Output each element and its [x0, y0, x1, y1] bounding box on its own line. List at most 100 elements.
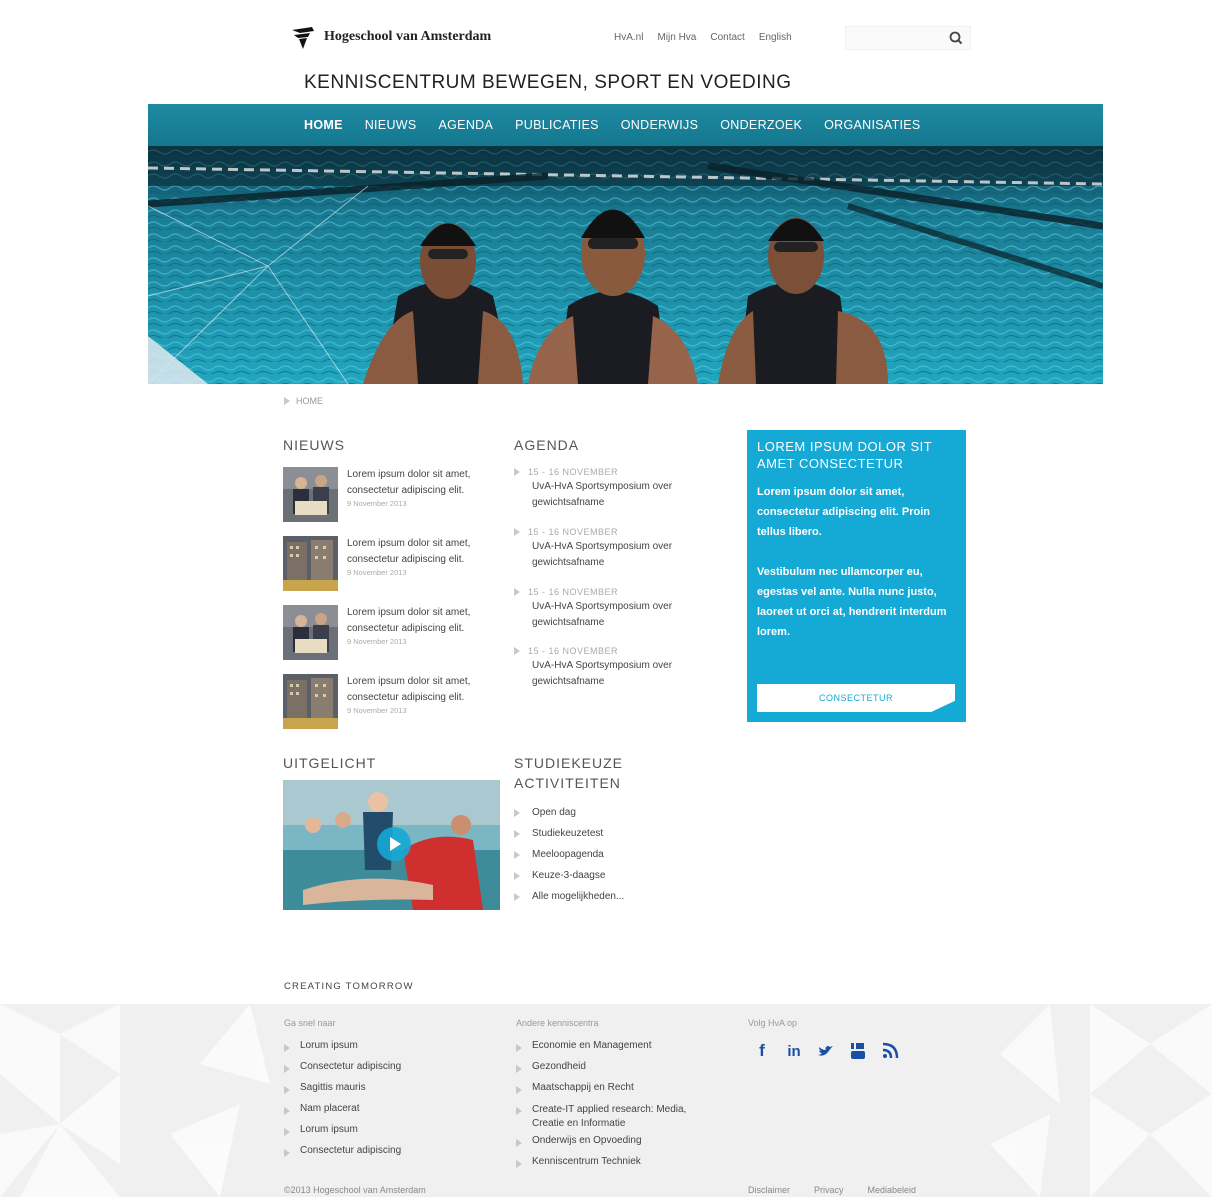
- agenda-date: 15 - 16 NOVEMBER: [528, 646, 619, 656]
- arrow-icon: [284, 1044, 290, 1052]
- footer-link[interactable]: Onderwijs en Opvoeding: [516, 1135, 716, 1156]
- news-item[interactable]: Lorem ipsum dolor sit amet, consectetur …: [283, 605, 483, 663]
- social-links: f in: [752, 1040, 900, 1062]
- arrow-icon: [284, 1128, 290, 1136]
- arrow-icon: [284, 1149, 290, 1157]
- news-title: NIEUWS: [283, 437, 345, 453]
- search-input[interactable]: [846, 27, 950, 48]
- footer-link[interactable]: Consectetur adipiscing: [284, 1061, 484, 1082]
- list-item[interactable]: Keuze-3-daagse: [514, 865, 624, 886]
- footer-link[interactable]: Lorum ipsum: [284, 1040, 484, 1061]
- news-thumbnail: [283, 467, 338, 522]
- hva-logo-icon: [292, 27, 314, 49]
- promo-button[interactable]: CONSECTETUR: [757, 684, 955, 712]
- arrow-icon: [516, 1065, 522, 1073]
- nav-nieuws[interactable]: NIEUWS: [365, 118, 417, 132]
- list-item[interactable]: Meeloopagenda: [514, 844, 624, 865]
- linkedin-icon[interactable]: in: [784, 1040, 804, 1062]
- studiekeuze-title: STUDIEKEUZE ACTIVITEITEN: [514, 753, 623, 793]
- facebook-icon[interactable]: f: [752, 1040, 772, 1062]
- news-item[interactable]: Lorem ipsum dolor sit amet, consectetur …: [283, 674, 483, 732]
- agenda-item[interactable]: 15 - 16 NOVEMBER UvA-HvA Sportsymposium …: [514, 467, 714, 511]
- arrow-icon: [514, 892, 520, 901]
- footer-link-label: Lorum ipsum: [300, 1124, 358, 1135]
- top-link-mijn-hva[interactable]: Mijn Hva: [657, 32, 696, 43]
- list-item-label: Meeloopagenda: [532, 849, 604, 860]
- hva-logo[interactable]: Hogeschool van Amsterdam: [290, 24, 491, 50]
- footer: Ga snel naar Lorum ipsum Consectetur adi…: [0, 1004, 1212, 1197]
- nav-onderwijs[interactable]: ONDERWIJS: [621, 118, 698, 132]
- list-item[interactable]: Studiekeuzetest: [514, 823, 624, 844]
- search-box: [845, 26, 971, 50]
- footer-link[interactable]: Lorum ipsum: [284, 1124, 484, 1145]
- youtube-icon[interactable]: [848, 1040, 868, 1062]
- twitter-icon[interactable]: [816, 1040, 836, 1062]
- footer-col2-list: Economie en Management Gezondheid Maatsc…: [516, 1040, 716, 1177]
- footer-link-label: Maatschappij en Recht: [532, 1082, 634, 1093]
- news-date: 9 November 2013: [347, 706, 407, 715]
- agenda-item[interactable]: 15 - 16 NOVEMBER UvA-HvA Sportsymposium …: [514, 587, 714, 631]
- studiekeuze-title-line-2: ACTIVITEITEN: [514, 775, 621, 791]
- footer-link[interactable]: Consectetur adipiscing: [284, 1145, 484, 1166]
- studiekeuze-title-line-1: STUDIEKEUZE: [514, 755, 624, 771]
- footer-link[interactable]: Kenniscentrum Techniek: [516, 1156, 716, 1177]
- agenda-item[interactable]: 15 - 16 NOVEMBER UvA-HvA Sportsymposium …: [514, 527, 714, 571]
- breadcrumb-home[interactable]: HOME: [296, 396, 323, 406]
- footer-link-disclaimer[interactable]: Disclaimer: [748, 1185, 790, 1195]
- arrow-icon: [516, 1086, 522, 1094]
- play-icon[interactable]: [377, 827, 411, 861]
- arrow-icon: [514, 588, 520, 596]
- list-item-label: Keuze-3-daagse: [532, 870, 606, 881]
- footer-col1-list: Lorum ipsum Consectetur adipiscing Sagit…: [284, 1040, 484, 1166]
- nav-home[interactable]: HOME: [304, 118, 343, 132]
- agenda-item[interactable]: 15 - 16 NOVEMBER UvA-HvA Sportsymposium …: [514, 646, 714, 690]
- promo-paragraph-1: Lorem ipsum dolor sit amet, consectetur …: [757, 486, 930, 538]
- list-item[interactable]: Alle mogelijkheden...: [514, 886, 624, 907]
- footer-link[interactable]: Maatschappij en Recht: [516, 1082, 716, 1103]
- footer-link-label: Kenniscentrum Techniek: [532, 1156, 641, 1167]
- list-item-label: Studiekeuzetest: [532, 828, 604, 839]
- news-item[interactable]: Lorem ipsum dolor sit amet, consectetur …: [283, 467, 483, 525]
- top-link-english[interactable]: English: [759, 32, 792, 43]
- list-item-label: Alle mogelijkheden...: [532, 891, 625, 902]
- news-text: Lorem ipsum dolor sit amet, consectetur …: [347, 469, 471, 496]
- footer-link[interactable]: Gezondheid: [516, 1061, 716, 1082]
- agenda-date: 15 - 16 NOVEMBER: [528, 527, 619, 537]
- footer-link-label: Lorum ipsum: [300, 1040, 358, 1051]
- footer-link-label: Onderwijs en Opvoeding: [532, 1135, 642, 1146]
- news-thumbnail: [283, 605, 338, 660]
- top-links: HvA.nl Mijn Hva Contact English: [614, 32, 792, 43]
- list-item[interactable]: Open dag: [514, 802, 624, 823]
- search-icon[interactable]: [948, 30, 964, 46]
- nav-onderzoek[interactable]: ONDERZOEK: [720, 118, 802, 132]
- footer-link[interactable]: Nam placerat: [284, 1103, 484, 1124]
- promo-paragraph-2: Vestibulum nec ullamcorper eu, egestas v…: [757, 566, 947, 638]
- nav-publicaties[interactable]: PUBLICATIES: [515, 118, 599, 132]
- agenda-text: UvA-HvA Sportsymposium over gewichtsafna…: [532, 481, 673, 508]
- arrow-icon: [516, 1139, 522, 1147]
- footer-col2-title: Andere kenniscentra: [516, 1018, 599, 1028]
- nav-organisaties[interactable]: ORGANISATIES: [824, 118, 920, 132]
- list-item-label: Open dag: [532, 807, 576, 818]
- footer-link-mediabeleid[interactable]: Mediabeleid: [868, 1185, 917, 1195]
- copyright: ©2013 Hogeschool van Amsterdam: [284, 1185, 426, 1195]
- footer-link[interactable]: Sagittis mauris: [284, 1082, 484, 1103]
- top-link-hva[interactable]: HvA.nl: [614, 32, 643, 43]
- footer-link-label: Nam placerat: [300, 1103, 360, 1114]
- rss-icon[interactable]: [880, 1040, 900, 1062]
- top-link-contact[interactable]: Contact: [710, 32, 744, 43]
- featured-video[interactable]: [283, 780, 500, 910]
- footer-link-label: Economie en Management: [532, 1040, 652, 1051]
- nav-agenda[interactable]: AGENDA: [439, 118, 494, 132]
- news-date: 9 November 2013: [347, 637, 407, 646]
- site-title: KENNISCENTRUM BEWEGEN, SPORT EN VOEDING: [304, 72, 792, 93]
- news-text: Lorem ipsum dolor sit amet, consectetur …: [347, 607, 471, 634]
- news-thumbnail: [283, 536, 338, 591]
- news-item[interactable]: Lorem ipsum dolor sit amet, consectetur …: [283, 536, 483, 594]
- footer-link-label: Create-IT applied research: Media, Creat…: [532, 1104, 687, 1129]
- agenda-text: UvA-HvA Sportsymposium over gewichtsafna…: [532, 601, 673, 628]
- footer-link[interactable]: Economie en Management: [516, 1040, 716, 1061]
- agenda-date: 15 - 16 NOVEMBER: [528, 587, 619, 597]
- footer-link-privacy[interactable]: Privacy: [814, 1185, 844, 1195]
- footer-link[interactable]: Create-IT applied research: Media, Creat…: [516, 1103, 716, 1135]
